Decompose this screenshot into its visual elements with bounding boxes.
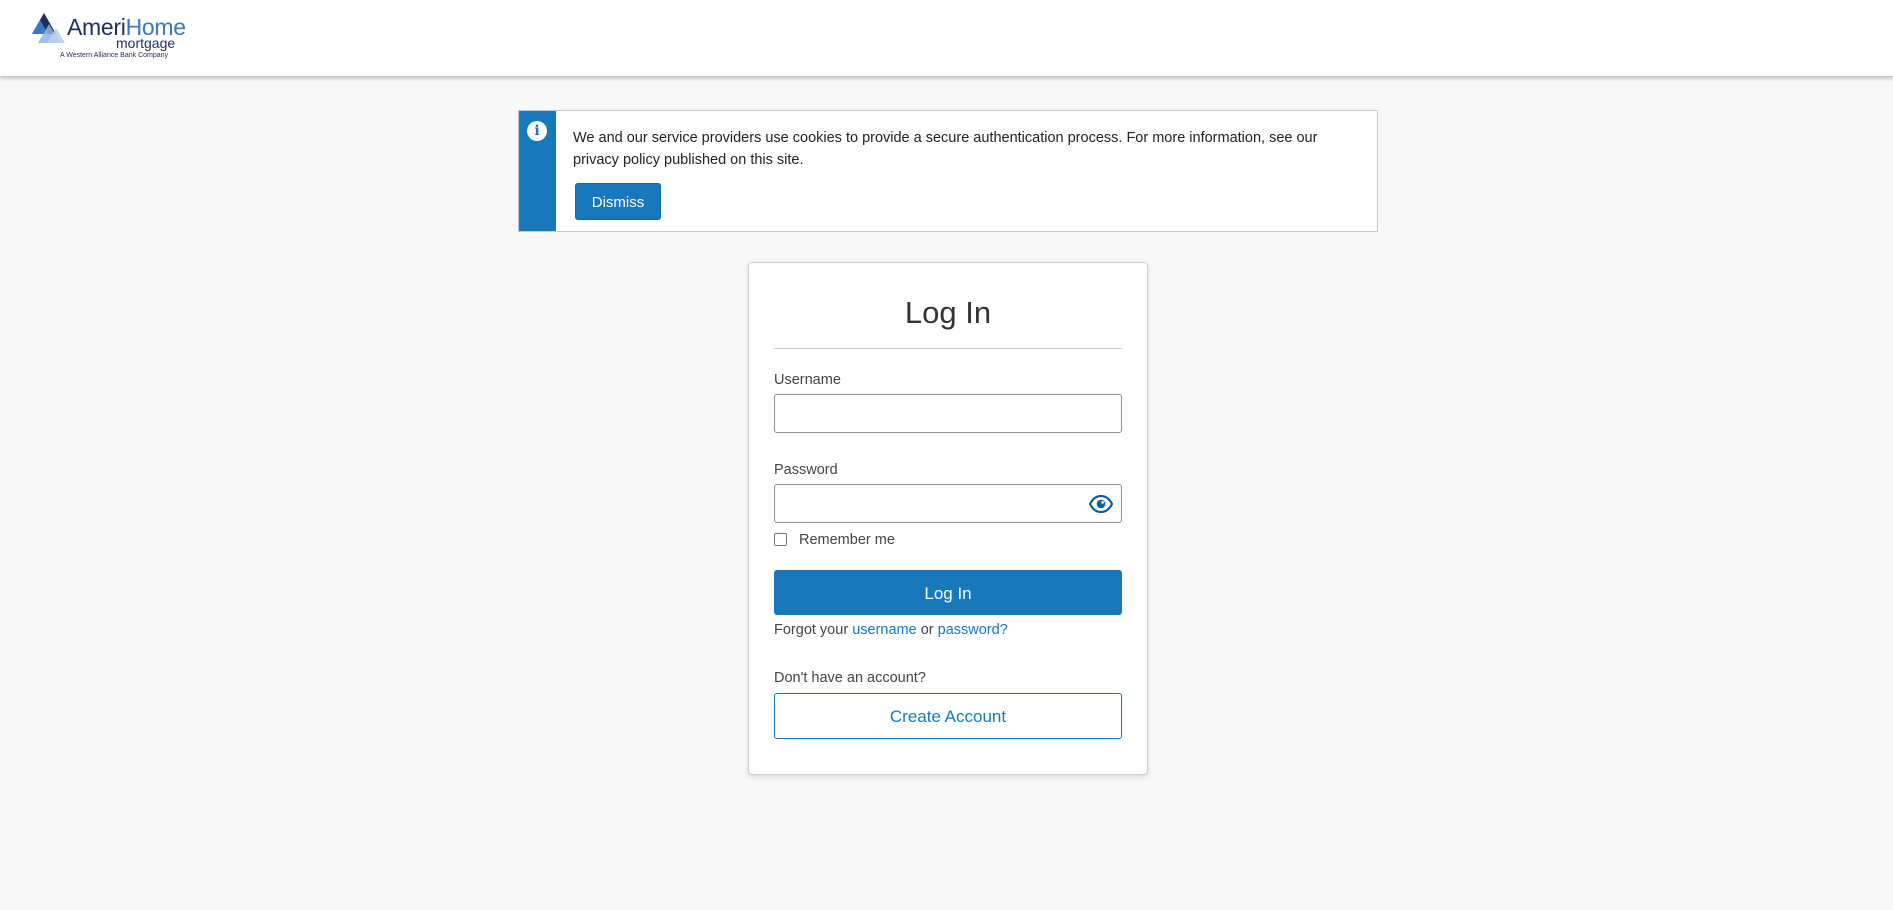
- login-title: Log In: [904, 295, 992, 330]
- eye-icon[interactable]: [1089, 495, 1113, 513]
- forgot-or-text: or: [920, 622, 934, 638]
- title-divider: [774, 348, 1122, 349]
- cookie-notice: i We and our service providers use cooki…: [518, 110, 1378, 232]
- remember-me-label[interactable]: Remember me: [799, 531, 895, 549]
- logo-mortgage-text: mortgage: [116, 35, 176, 51]
- logo-tagline: A Western Alliance Bank Company: [60, 52, 169, 59]
- password-input[interactable]: [774, 484, 1122, 523]
- cookie-notice-text: We and our service providers use cookies…: [573, 130, 1318, 168]
- forgot-credentials: Forgot your username or password?: [774, 621, 1008, 639]
- remember-me-checkbox[interactable]: [774, 533, 787, 546]
- notice-accent-bar: i: [519, 111, 556, 231]
- login-card: Log In Username Password Remember me Log…: [748, 262, 1148, 775]
- site-header: AmeriHome mortgage A Western Alliance Ba…: [0, 0, 1893, 77]
- forgot-username-link[interactable]: username: [852, 622, 916, 638]
- forgot-password-link[interactable]: password?: [938, 622, 1008, 638]
- no-account-text: Don't have an account?: [774, 670, 926, 686]
- forgot-prefix-text: Forgot your: [774, 622, 849, 638]
- password-label: Password: [774, 462, 838, 478]
- username-input[interactable]: [774, 394, 1122, 433]
- logo-triangles-icon: [32, 13, 65, 43]
- create-account-button[interactable]: Create Account: [774, 693, 1122, 739]
- username-label: Username: [774, 372, 841, 388]
- amerihome-logo[interactable]: AmeriHome mortgage A Western Alliance Ba…: [32, 12, 186, 62]
- dismiss-button[interactable]: Dismiss: [575, 183, 661, 220]
- login-button[interactable]: Log In: [774, 570, 1122, 615]
- info-icon: i: [527, 121, 547, 141]
